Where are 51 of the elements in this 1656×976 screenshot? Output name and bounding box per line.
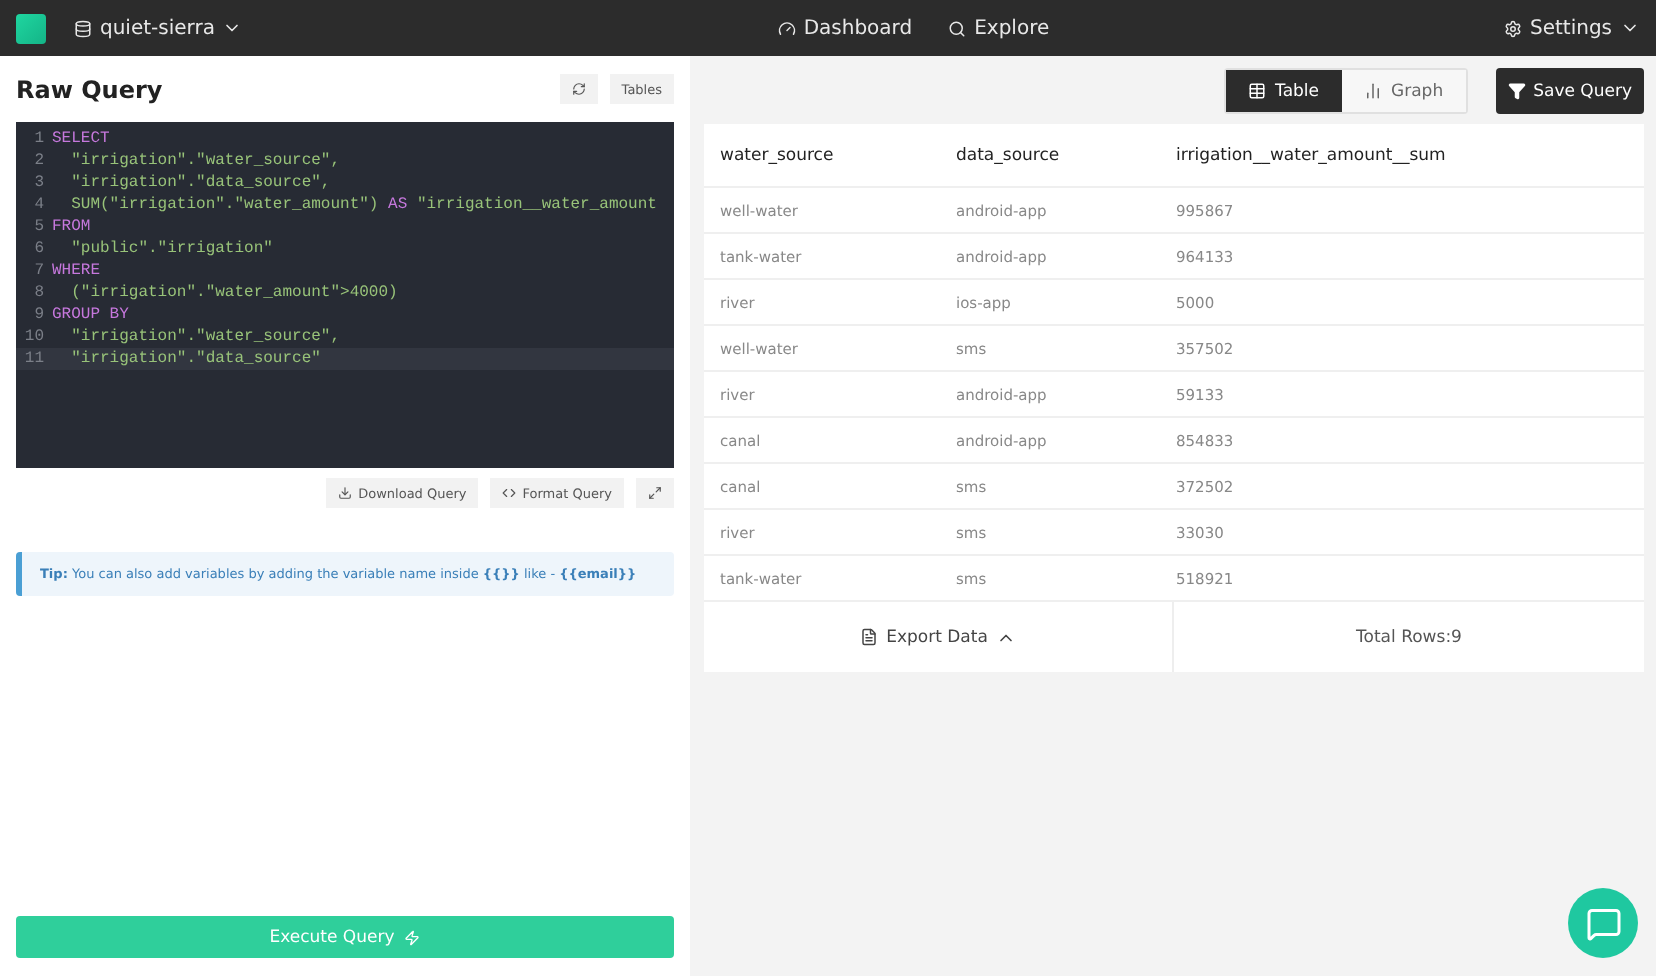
line-number: 4 bbox=[32, 194, 46, 216]
app-logo[interactable] bbox=[16, 13, 46, 43]
bar-chart-icon bbox=[1363, 82, 1382, 100]
code-line: "public"."irrigation" bbox=[69, 238, 273, 260]
file-icon bbox=[860, 628, 879, 646]
filter-icon bbox=[1507, 82, 1526, 100]
column-header: irrigation__water_amount__sum bbox=[1176, 145, 1448, 165]
code-line: SELECT bbox=[52, 128, 110, 150]
code-line: WHERE bbox=[52, 260, 101, 282]
nav-link[interactable]: Explore bbox=[948, 17, 1050, 39]
database-icon bbox=[74, 19, 92, 37]
line-number: 9 bbox=[32, 304, 46, 326]
code-line: "irrigation"."water_source", bbox=[69, 326, 341, 348]
line-number: 2 bbox=[32, 150, 46, 172]
code-line: "irrigation"."data_source", bbox=[69, 172, 331, 194]
download-icon bbox=[338, 486, 353, 500]
expand-button[interactable] bbox=[636, 478, 674, 508]
chat-icon bbox=[1585, 905, 1621, 941]
settings-icon bbox=[1503, 19, 1522, 37]
view-tab[interactable]: Table bbox=[1225, 70, 1342, 112]
line-number: 8 bbox=[32, 282, 46, 304]
search-icon bbox=[948, 19, 967, 37]
line-number: 7 bbox=[32, 260, 46, 282]
database-selector[interactable]: quiet-sierra bbox=[74, 17, 243, 39]
code-icon bbox=[502, 486, 517, 500]
lightning-icon bbox=[404, 929, 421, 945]
refresh-button[interactable] bbox=[559, 74, 598, 104]
line-number: 1 bbox=[32, 128, 46, 150]
gauge-icon bbox=[777, 19, 796, 37]
code-line: SUM("irrigation"."water_amount") AS "irrigation__water_amount bbox=[69, 194, 657, 216]
column-header: data_source bbox=[956, 145, 1062, 165]
panel-title: Raw Query bbox=[16, 75, 165, 103]
nav-link[interactable]: Dashboard bbox=[777, 17, 913, 39]
code-line: "irrigation"."water_source", bbox=[69, 150, 341, 172]
code-line: ("irrigation"."water_amount">4000) bbox=[69, 282, 398, 304]
line-number: 10 bbox=[22, 326, 46, 348]
line-number: 6 bbox=[32, 238, 46, 260]
expand-icon bbox=[648, 486, 662, 500]
code-line: GROUP BY bbox=[52, 304, 129, 326]
line-number: 3 bbox=[32, 172, 46, 194]
settings-menu[interactable]: Settings bbox=[1503, 17, 1640, 39]
save-query-button[interactable]: Save Query bbox=[1495, 68, 1644, 114]
table-icon bbox=[1247, 82, 1266, 100]
code-line: FROM bbox=[52, 216, 91, 238]
code-editor[interactable] bbox=[16, 122, 674, 468]
column-header: water_source bbox=[720, 145, 836, 165]
total-rows: Total Rows:9 bbox=[1174, 602, 1644, 672]
refresh-icon bbox=[571, 82, 586, 96]
line-number: 11 bbox=[22, 348, 46, 370]
line-number: 5 bbox=[32, 216, 46, 238]
code-line: "irrigation"."data_source" bbox=[69, 348, 321, 370]
